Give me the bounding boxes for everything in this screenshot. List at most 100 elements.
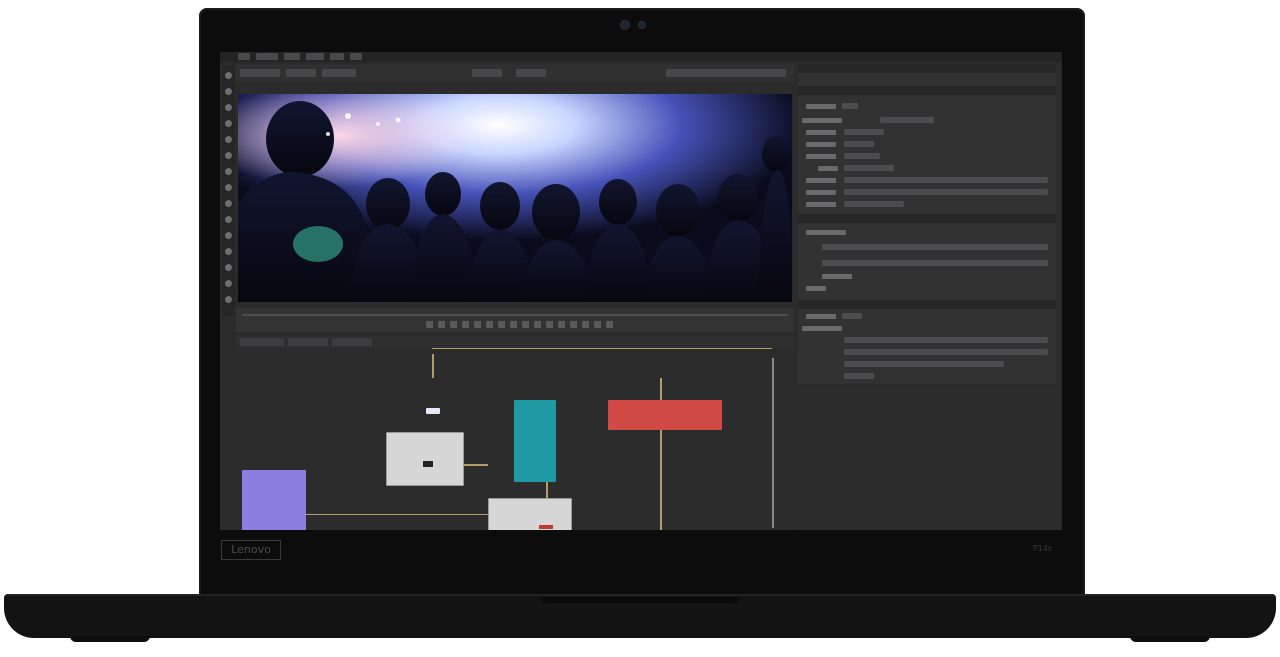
model-label: P14s [1032, 544, 1052, 553]
property-label [818, 166, 838, 171]
laptop-hinge-notch [540, 597, 740, 603]
property-field[interactable] [844, 153, 880, 159]
tool-icon[interactable] [225, 200, 232, 207]
lenovo-logo: Lenovo [221, 540, 281, 560]
playback-icons[interactable] [498, 321, 505, 328]
playback-icons[interactable] [486, 321, 493, 328]
playback-icons[interactable] [426, 321, 433, 328]
tool-icon[interactable] [225, 184, 232, 191]
node-graph[interactable] [236, 348, 794, 530]
tool-icon[interactable] [225, 264, 232, 271]
node-gray-upper[interactable] [386, 432, 464, 486]
playback-icons[interactable] [582, 321, 589, 328]
menu-item[interactable] [306, 53, 324, 60]
panel-header [798, 300, 1056, 309]
property-field[interactable] [844, 337, 1048, 343]
toolbar-dropdown[interactable] [286, 69, 316, 77]
laptop-foot [1130, 636, 1210, 642]
webcam [612, 16, 658, 32]
node-purple[interactable] [242, 470, 306, 530]
menu-item[interactable] [330, 53, 344, 60]
laptop-screen [220, 52, 1062, 530]
property-label [806, 104, 836, 109]
property-label [802, 326, 842, 331]
property-field[interactable] [842, 103, 858, 109]
playback-icons[interactable] [558, 321, 565, 328]
timeline-ruler[interactable] [242, 314, 788, 316]
playback-icons[interactable] [450, 321, 457, 328]
property-label [806, 130, 836, 135]
playback-icons[interactable] [462, 321, 469, 328]
property-field[interactable] [842, 313, 862, 319]
menu-item[interactable] [350, 53, 362, 60]
tool-icon[interactable] [225, 88, 232, 95]
node-wire [300, 514, 488, 515]
tab-curve-editor[interactable] [288, 338, 328, 346]
playback-icons[interactable] [546, 321, 553, 328]
property-label [806, 286, 826, 291]
menu-item[interactable] [284, 53, 300, 60]
playback-icons[interactable] [570, 321, 577, 328]
tool-icon[interactable] [225, 280, 232, 287]
playback-icons[interactable] [534, 321, 541, 328]
panel-header [798, 86, 1056, 95]
viewer-image-concert-crowd [238, 94, 792, 302]
menu-item[interactable] [256, 53, 278, 60]
property-field[interactable] [880, 117, 934, 123]
panel-header [798, 64, 1056, 73]
node-wire [432, 354, 434, 378]
tool-icon[interactable] [225, 104, 232, 111]
tool-icon[interactable] [225, 248, 232, 255]
left-tool-strip [222, 66, 235, 316]
camera-icon [620, 20, 630, 30]
playback-icons[interactable] [594, 321, 601, 328]
toolbar-dropdown[interactable] [516, 69, 546, 77]
property-label [806, 154, 836, 159]
tool-icon[interactable] [225, 168, 232, 175]
tab-dope-sheet[interactable] [332, 338, 372, 346]
property-field[interactable] [844, 177, 1048, 183]
tool-icon[interactable] [225, 72, 232, 79]
property-field[interactable] [844, 141, 874, 147]
node-red[interactable] [608, 400, 722, 430]
app-menubar [220, 52, 1062, 62]
property-field[interactable] [822, 260, 1048, 266]
properties-empty-area [798, 386, 1056, 530]
property-field[interactable] [844, 189, 1048, 195]
node-small-white[interactable] [426, 408, 440, 414]
property-field[interactable] [844, 361, 1004, 367]
tool-icon[interactable] [225, 232, 232, 239]
property-label [806, 230, 846, 235]
toolbar-icons[interactable] [666, 69, 786, 77]
property-field[interactable] [822, 244, 1048, 250]
tab-node-graph[interactable] [240, 338, 284, 346]
playback-icons[interactable] [522, 321, 529, 328]
tool-icon[interactable] [225, 296, 232, 303]
property-field[interactable] [844, 349, 1048, 355]
node-teal[interactable] [514, 400, 556, 482]
tool-icon[interactable] [225, 216, 232, 223]
toolbar-dropdown[interactable] [472, 69, 502, 77]
property-label [806, 202, 836, 207]
playback-timeline[interactable] [236, 308, 794, 332]
toolbar-dropdown[interactable] [240, 69, 280, 77]
menu-item[interactable] [238, 53, 250, 60]
node-wire [432, 348, 772, 349]
tool-icon[interactable] [225, 136, 232, 143]
tool-icon[interactable] [225, 152, 232, 159]
node-gray-lower[interactable] [488, 498, 572, 530]
playback-icons[interactable] [606, 321, 613, 328]
property-label [822, 274, 852, 279]
property-field[interactable] [844, 165, 894, 171]
node-graph-tabs [236, 336, 794, 348]
property-field[interactable] [844, 373, 874, 379]
playback-icons[interactable] [438, 321, 445, 328]
property-field[interactable] [844, 129, 884, 135]
playback-icons[interactable] [474, 321, 481, 328]
playback-icons[interactable] [510, 321, 517, 328]
property-field[interactable] [844, 201, 904, 207]
toolbar-dropdown[interactable] [322, 69, 356, 77]
sensor-icon [638, 21, 646, 29]
properties-panel [798, 64, 1056, 384]
tool-icon[interactable] [225, 120, 232, 127]
